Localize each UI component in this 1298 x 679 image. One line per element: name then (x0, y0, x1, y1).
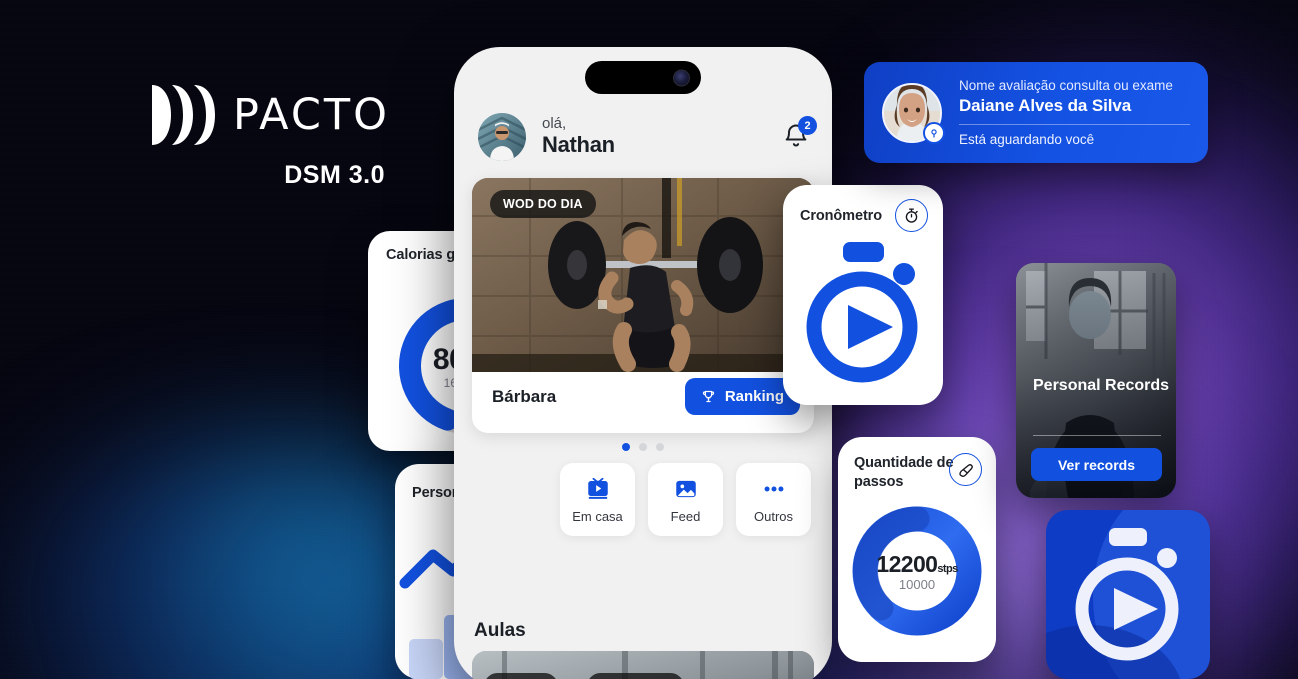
tile-outros-label: Outros (753, 508, 793, 524)
tile-feed-label: Feed (670, 508, 701, 524)
brand-version: DSM 3.0 (284, 161, 385, 189)
avaliacao-card[interactable]: Nome avaliação consulta ou exame Daiane … (864, 62, 1208, 163)
ranking-button-label: Ranking (724, 388, 784, 405)
pacto-crescents-logo-icon (152, 85, 215, 145)
app-header: olá, Nathan 2 (478, 109, 817, 165)
daiane-status: Está aguardando você (959, 132, 1095, 148)
tile-em-casa[interactable]: Em casa (560, 463, 635, 536)
stopwatch-icon (895, 199, 928, 232)
carousel-dot-1[interactable] (622, 443, 630, 451)
class-card[interactable]: às 15:30 15 vagas (472, 651, 814, 679)
front-camera-icon (673, 69, 690, 86)
passos-donut-chart: 12200stps 10000 (852, 498, 982, 644)
shoe-icon (949, 453, 982, 486)
poster-canvas: PACTO DSM 3.0 Calorias gastas 800 1600 P… (0, 0, 1298, 679)
wod-badge: WOD DO DIA (490, 190, 596, 218)
aulas-section-title: Aulas (474, 620, 526, 641)
passos-card[interactable]: Quantidade de passos 12200stps 10000 (838, 437, 996, 662)
phone-mockup: olá, Nathan 2 WOD DO DIA Bárbara Ranking… (454, 47, 832, 679)
tile-outros[interactable]: Outros (736, 463, 811, 536)
tile-em-casa-label: Em casa (572, 508, 623, 524)
cronometro-card[interactable]: Cronômetro (783, 185, 943, 405)
greeting-block: olá, Nathan (542, 114, 615, 159)
blue-timer-card[interactable] (1046, 510, 1210, 679)
daiane-name: Daiane Alves da Silva (959, 96, 1132, 116)
notification-badge: 2 (798, 116, 817, 135)
daiane-avatar-wrap (882, 82, 945, 144)
class-vagas-chip: 15 vagas (587, 673, 684, 679)
carousel-dot-2[interactable] (639, 443, 647, 451)
wod-card[interactable]: WOD DO DIA Bárbara Ranking (472, 178, 814, 433)
brand-name: PACTO (233, 90, 390, 140)
notifications-button[interactable]: 2 (782, 116, 817, 152)
personal-records-photo-title: Personal Records (1033, 377, 1170, 394)
more-dots-icon (764, 486, 783, 491)
quick-tiles-row: Em casa Feed Outros (472, 463, 814, 536)
passos-goal: 10000 (898, 576, 936, 592)
wod-photo: WOD DO DIA (472, 178, 814, 372)
stopwatch-play-icon (806, 242, 918, 383)
stopwatch-play-icon (1075, 528, 1179, 661)
personal-records-photo-card[interactable]: Personal Records Ver records (1016, 263, 1176, 498)
greeting-text: olá, (542, 114, 567, 132)
user-name: Nathan (542, 132, 615, 158)
tv-play-icon (587, 477, 608, 499)
dynamic-island (585, 61, 701, 94)
class-time-chip: às 15:30 (484, 673, 558, 679)
cronometro-title: Cronômetro (800, 208, 882, 224)
carousel-dots[interactable] (454, 443, 832, 451)
daiane-label: Nome avaliação consulta ou exame (959, 77, 1173, 93)
ver-records-button[interactable]: Ver records (1031, 448, 1162, 481)
divider (959, 124, 1190, 126)
location-pin-icon (923, 121, 945, 144)
daiane-texts: Nome avaliação consulta ou exame Daiane … (959, 77, 1190, 148)
avatar[interactable] (478, 113, 526, 161)
passos-center: 12200stps 10000 (852, 498, 982, 644)
tile-feed[interactable]: Feed (648, 463, 723, 536)
image-icon (675, 480, 696, 497)
trophy-icon (702, 390, 714, 403)
brand-logo-block: PACTO DSM 3.0 (152, 82, 390, 190)
carousel-dot-3[interactable] (656, 443, 664, 451)
passos-unit: stps (937, 562, 958, 575)
passos-value: 12200 (876, 550, 938, 577)
passos-value-row: 12200stps (876, 550, 958, 578)
wod-name: Bárbara (492, 387, 557, 406)
divider (1033, 435, 1161, 436)
